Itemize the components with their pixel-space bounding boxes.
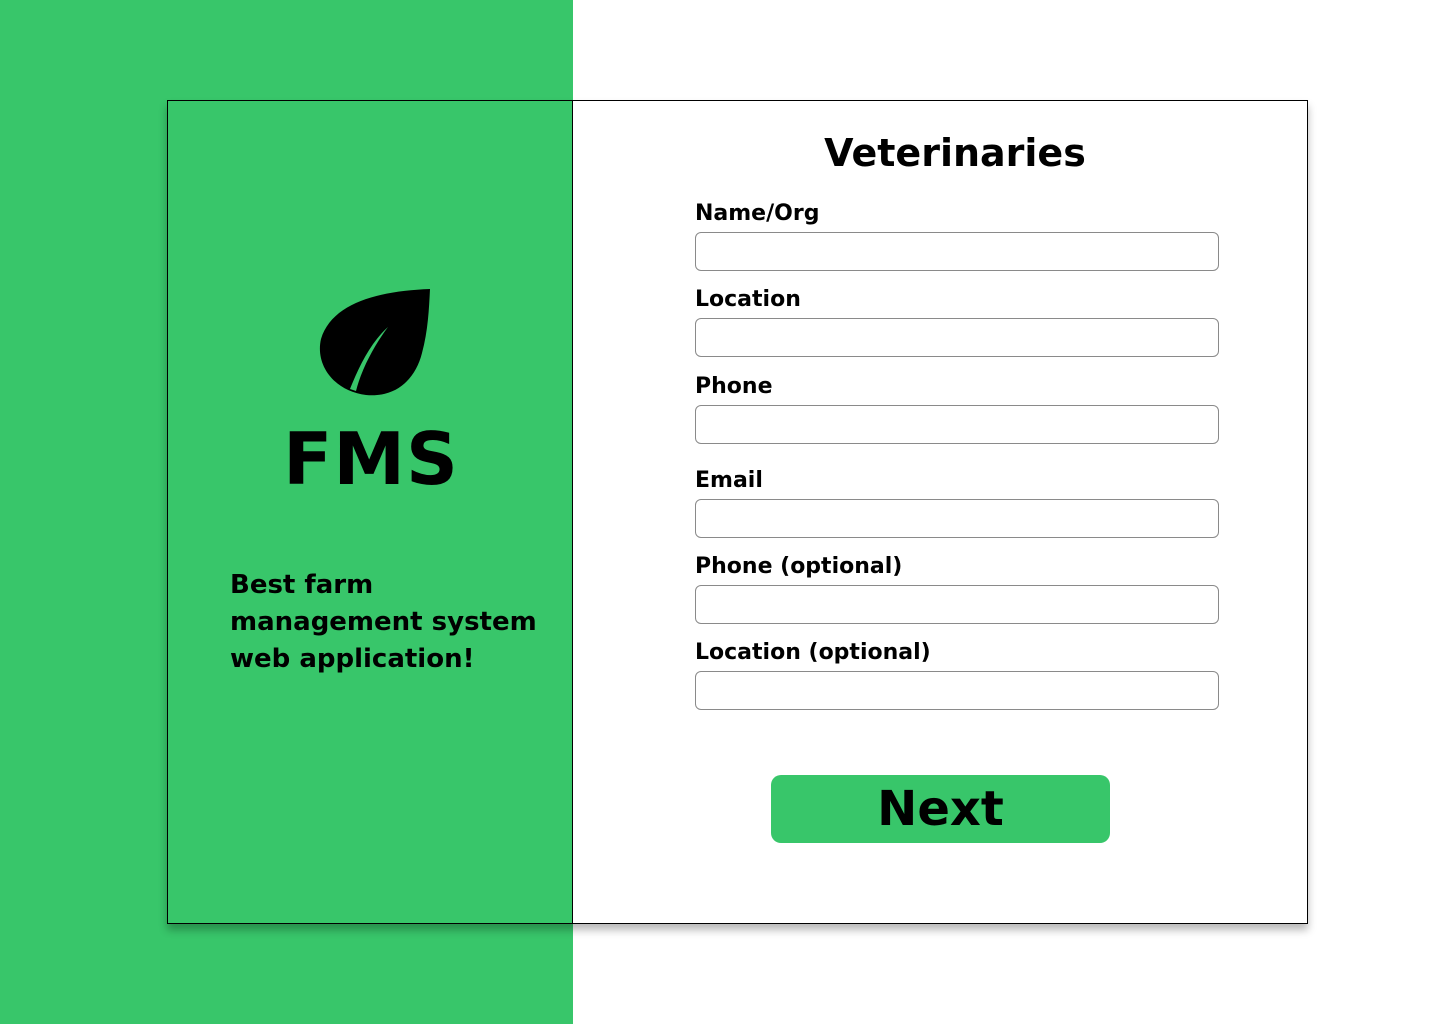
tagline-line: Best farm bbox=[230, 570, 374, 600]
tagline-line: management system bbox=[230, 607, 537, 637]
phone-optional-label: Phone (optional) bbox=[695, 554, 903, 579]
phone-label: Phone bbox=[695, 374, 773, 399]
email-input[interactable] bbox=[695, 499, 1219, 538]
form-title: Veterinaries bbox=[824, 131, 1086, 175]
next-button[interactable]: Next bbox=[771, 775, 1110, 843]
location-label: Location bbox=[695, 287, 801, 312]
location-input[interactable] bbox=[695, 318, 1219, 357]
leaf-icon bbox=[319, 289, 430, 396]
name-org-label: Name/Org bbox=[695, 201, 820, 226]
name-org-input[interactable] bbox=[695, 232, 1219, 271]
brand-name: FMS bbox=[283, 417, 459, 501]
location-optional-input[interactable] bbox=[695, 671, 1219, 710]
tagline: Best farm management system web applicat… bbox=[230, 567, 550, 678]
signup-card: FMS Best farm management system web appl… bbox=[167, 100, 1308, 924]
email-label: Email bbox=[695, 468, 763, 493]
phone-optional-input[interactable] bbox=[695, 585, 1219, 624]
tagline-line: web application! bbox=[230, 644, 475, 674]
phone-input[interactable] bbox=[695, 405, 1219, 444]
location-optional-label: Location (optional) bbox=[695, 640, 931, 665]
brand-panel: FMS Best farm management system web appl… bbox=[167, 100, 573, 924]
form-panel: Veterinaries Name/Org Location Phone Ema… bbox=[572, 100, 1308, 924]
